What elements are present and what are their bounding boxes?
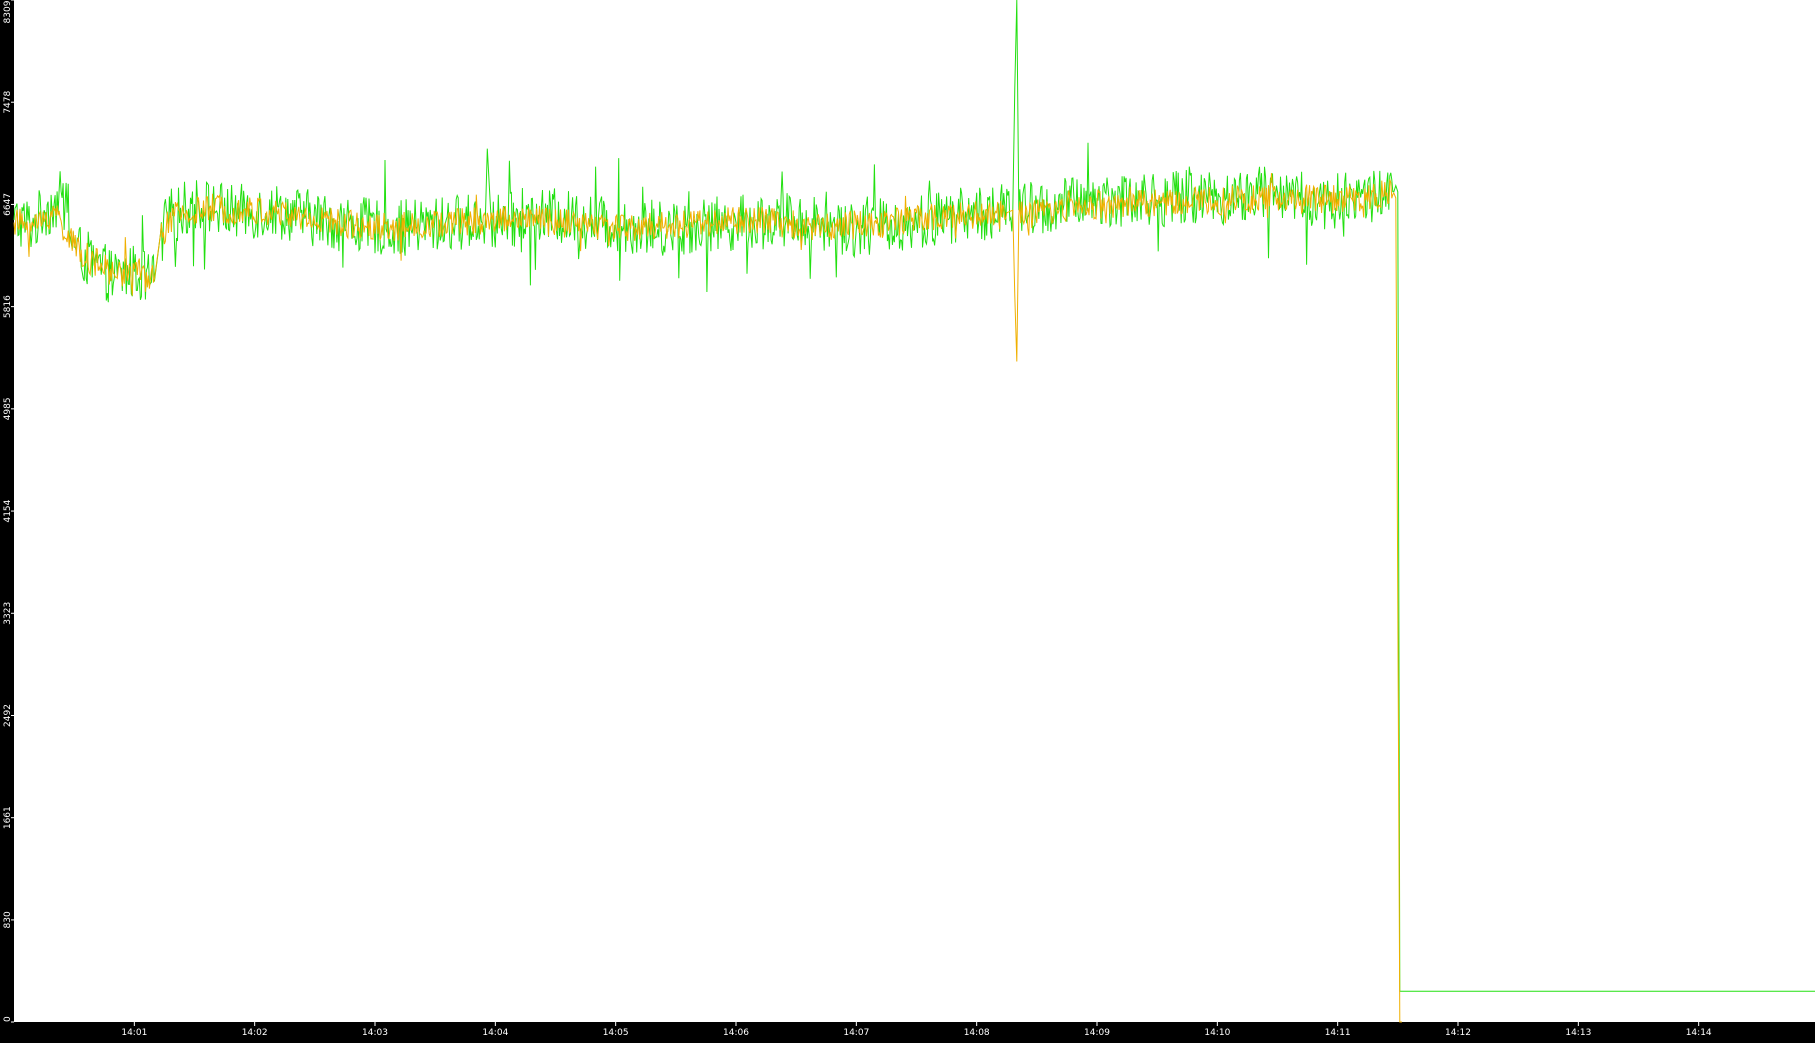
x-tick-label: 14:02 [242,1028,268,1038]
x-tick-label: 14:09 [1084,1028,1110,1038]
y-tick-label: 4985 [3,397,13,420]
x-tick-label: 14:08 [964,1028,990,1038]
y-tick-label: 4154 [3,499,13,522]
y-tick-label: 0 [3,1016,13,1022]
x-tick-label: 14:13 [1565,1028,1591,1038]
y-tick-label: 2492 [3,704,13,727]
x-tick-label: 14:07 [843,1028,869,1038]
x-tick-label: 14:11 [1325,1028,1351,1038]
x-tick-label: 14:05 [603,1028,629,1038]
y-tick-label: 3323 [3,602,13,625]
y-tick-label: 6647 [3,193,13,216]
chart-canvas: 0 830 1661 2492 3323 4154 4985 5816 6647 7478 8309… [0,0,1815,1039]
y-tick-label: 8309 [3,0,13,23]
plot-area [14,0,1815,1022]
x-tick-label: 14:10 [1204,1028,1230,1038]
y-tick-label: 830 [3,911,13,928]
x-tick-label: 14:12 [1445,1028,1471,1038]
x-tick-label: 14:01 [121,1028,147,1038]
line-chart: 0 830 1661 2492 3323 4154 4985 5816 6647 7478 8309… [0,0,1815,1039]
y-tick-label: 5816 [3,295,13,318]
y-tick-label: 1661 [3,806,13,829]
x-tick-label: 14:06 [723,1028,749,1038]
x-tick-label: 14:14 [1686,1028,1712,1038]
x-tick-label: 14:03 [362,1028,388,1038]
y-tick-label: 7478 [3,90,13,113]
x-tick-label: 14:04 [482,1028,508,1038]
